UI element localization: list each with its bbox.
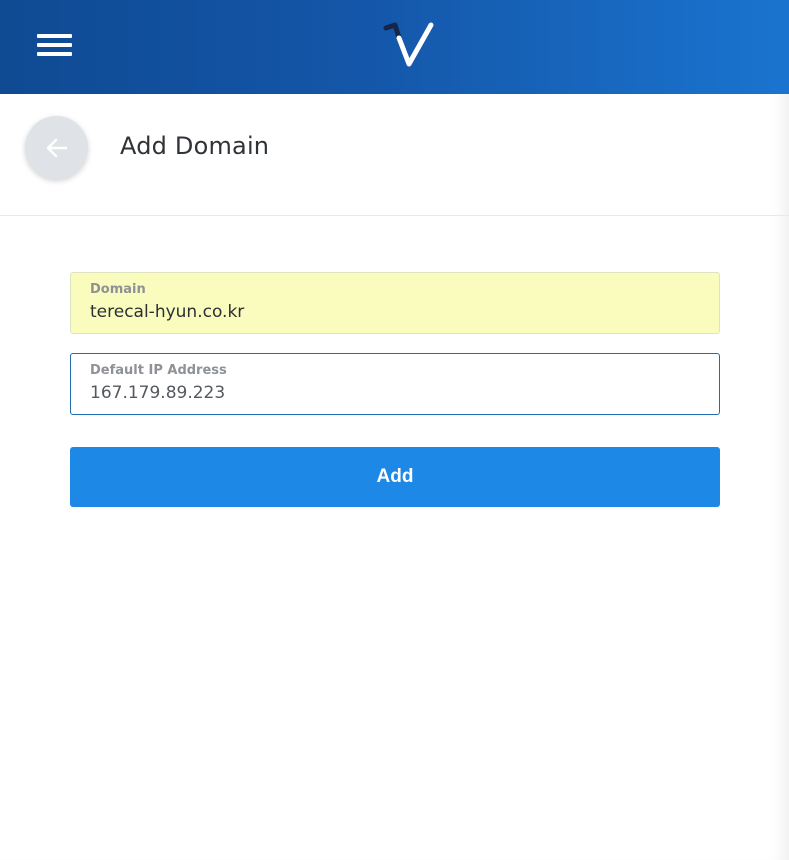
ip-address-input[interactable] (90, 383, 690, 403)
menu-line (37, 34, 72, 38)
domain-field-label: Domain (90, 282, 146, 297)
back-button[interactable] (25, 116, 88, 179)
ip-address-field-label: Default IP Address (90, 363, 227, 378)
add-button[interactable]: Add (70, 447, 720, 507)
domain-field[interactable]: Domain (70, 272, 720, 334)
hamburger-menu-icon[interactable] (37, 34, 73, 58)
brand-checkmark-logo-icon[interactable] (383, 20, 435, 70)
app-header (0, 0, 789, 94)
page-title: Add Domain (120, 132, 270, 160)
arrow-left-icon (46, 138, 68, 158)
title-bar: Add Domain (0, 94, 789, 216)
ip-address-field[interactable]: Default IP Address (70, 353, 720, 415)
main-content: Add Domain Domain Default IP Address Add (0, 94, 789, 860)
domain-input[interactable] (90, 302, 690, 322)
menu-line (37, 43, 72, 47)
menu-line (37, 52, 72, 56)
